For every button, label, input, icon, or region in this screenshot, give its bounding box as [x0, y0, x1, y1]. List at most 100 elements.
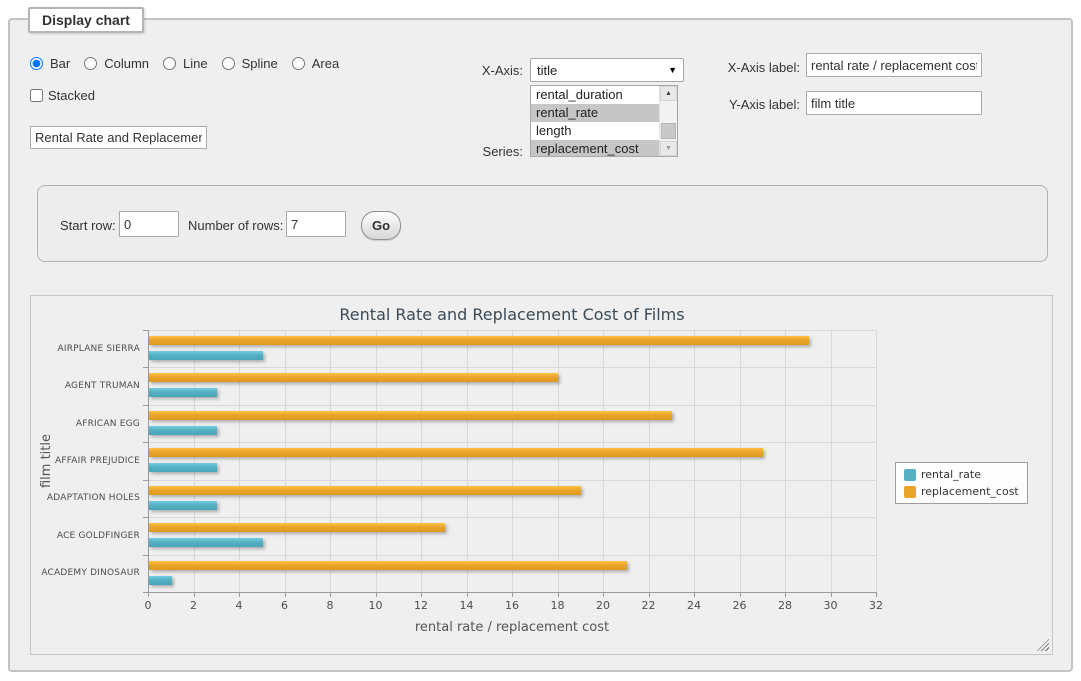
radio-area[interactable] [292, 57, 305, 70]
go-button[interactable]: Go [361, 211, 401, 240]
x-tick-mark [876, 592, 877, 597]
x-axis-label-caption: X-Axis label: [715, 60, 800, 75]
scroll-up-icon[interactable]: ▲ [660, 86, 677, 101]
y-axis-label-caption: Y-Axis label: [715, 97, 800, 112]
gridline-vertical [467, 330, 468, 592]
x-tick-label: 16 [497, 599, 527, 612]
x-tick-label: 28 [770, 599, 800, 612]
x-tick-label: 26 [725, 599, 755, 612]
x-tick-label: 0 [133, 599, 163, 612]
legend-label: rental_rate [921, 468, 981, 481]
start-row-input[interactable] [119, 211, 179, 237]
chart-title: Rental Rate and Replacement Cost of Film… [148, 305, 876, 324]
gridline-horizontal [148, 405, 876, 406]
legend-item-replacement_cost[interactable]: replacement_cost [904, 485, 1019, 498]
gridline-vertical [285, 330, 286, 592]
num-rows-label: Number of rows: [188, 218, 283, 233]
radio-bar[interactable] [30, 57, 43, 70]
bar-replacement_cost[interactable] [149, 373, 558, 382]
scroll-down-icon[interactable]: ▼ [660, 141, 677, 156]
gridline-vertical [421, 330, 422, 592]
gridline-horizontal [148, 480, 876, 481]
bar-replacement_cost[interactable] [149, 411, 672, 420]
chevron-down-icon: ▼ [668, 65, 677, 75]
gridline-vertical [740, 330, 741, 592]
x-axis-label-input[interactable] [806, 53, 982, 77]
x-axis-select[interactable]: title ▼ [530, 58, 684, 82]
series-option-length[interactable]: length [531, 122, 659, 140]
gridline-vertical [376, 330, 377, 592]
gridline-vertical [876, 330, 877, 592]
x-tick-label: 2 [179, 599, 209, 612]
gridline-vertical [239, 330, 240, 592]
series-listbox[interactable]: rental_duration rental_rate length repla… [530, 85, 678, 157]
gridline-vertical [831, 330, 832, 592]
stacked-label[interactable]: Stacked [48, 88, 95, 103]
series-option-rental-duration[interactable]: rental_duration [531, 86, 659, 104]
x-tick-label: 8 [315, 599, 345, 612]
series-label: Series: [445, 144, 523, 159]
category-label: AIRPLANE SIERRA [31, 330, 140, 367]
legend-swatch-icon [904, 486, 916, 498]
x-tick-label: 12 [406, 599, 436, 612]
category-label: ACADEMY DINOSAUR [31, 555, 140, 592]
radio-column[interactable] [84, 57, 97, 70]
gridline-vertical [330, 330, 331, 592]
gridline-vertical [694, 330, 695, 592]
x-tick-label: 6 [270, 599, 300, 612]
num-rows-input[interactable] [286, 211, 346, 237]
x-axis-title: rental rate / replacement cost [148, 620, 876, 635]
series-option-replacement-cost[interactable]: replacement_cost [531, 140, 659, 156]
gridline-horizontal [148, 517, 876, 518]
stacked-row: Stacked [30, 88, 95, 103]
bar-replacement_cost[interactable] [149, 486, 581, 495]
gridline-vertical [194, 330, 195, 592]
legend-item-rental_rate[interactable]: rental_rate [904, 468, 1019, 481]
gridline-horizontal [148, 330, 876, 331]
gridline-horizontal [148, 555, 876, 556]
bar-rental_rate[interactable] [149, 463, 217, 472]
series-scrollbar[interactable]: ▲ ▼ [659, 86, 677, 156]
bar-rental_rate[interactable] [149, 388, 217, 397]
x-tick-label: 24 [679, 599, 709, 612]
chart-type-radio-group: Bar Column Line Spline Area [30, 56, 349, 71]
gridline-horizontal [148, 367, 876, 368]
x-tick-label: 18 [543, 599, 573, 612]
category-label: ACE GOLDFINGER [31, 517, 140, 554]
radio-area-label[interactable]: Area [312, 56, 339, 71]
legend-label: replacement_cost [921, 485, 1019, 498]
stacked-checkbox[interactable] [30, 89, 43, 102]
bar-rental_rate[interactable] [149, 576, 172, 585]
x-axis-select-value: title [537, 63, 557, 78]
legend-swatch-icon [904, 469, 916, 481]
x-tick-label: 20 [588, 599, 618, 612]
y-axis-line [148, 330, 149, 592]
radio-bar-label[interactable]: Bar [50, 56, 70, 71]
radio-line[interactable] [163, 57, 176, 70]
x-tick-label: 14 [452, 599, 482, 612]
x-tick-label: 22 [634, 599, 664, 612]
y-axis-label-input[interactable] [806, 91, 982, 115]
chart-area: Rental Rate and Replacement Cost of Film… [31, 296, 1052, 654]
x-axis-select-label: X-Axis: [445, 63, 523, 78]
x-tick-label: 10 [361, 599, 391, 612]
y-axis-title: film title [39, 434, 54, 488]
radio-spline[interactable] [222, 57, 235, 70]
bar-replacement_cost[interactable] [149, 336, 809, 345]
bar-replacement_cost[interactable] [149, 448, 763, 457]
bar-replacement_cost[interactable] [149, 561, 627, 570]
gridline-vertical [512, 330, 513, 592]
bar-replacement_cost[interactable] [149, 523, 445, 532]
bar-rental_rate[interactable] [149, 426, 217, 435]
radio-column-label[interactable]: Column [104, 56, 149, 71]
series-option-rental-rate[interactable]: rental_rate [531, 104, 659, 122]
bar-rental_rate[interactable] [149, 501, 217, 510]
gridline-vertical [785, 330, 786, 592]
chart-title-input[interactable] [30, 126, 207, 149]
bar-rental_rate[interactable] [149, 538, 263, 547]
radio-line-label[interactable]: Line [183, 56, 208, 71]
chart-legend: rental_rate replacement_cost [895, 462, 1028, 504]
radio-spline-label[interactable]: Spline [242, 56, 278, 71]
bar-rental_rate[interactable] [149, 351, 263, 360]
scrollbar-thumb[interactable] [661, 123, 676, 139]
